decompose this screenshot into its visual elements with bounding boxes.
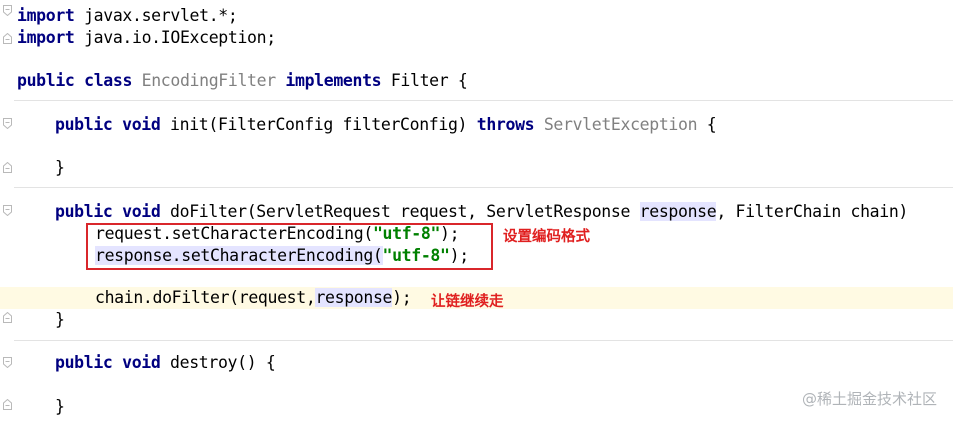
method-separator [14,187,953,188]
keyword: public [55,353,113,372]
keyword: public [55,115,113,134]
code-token: doFilter(ServletRequest request, Servlet… [160,202,640,221]
code-line[interactable]: public void init(FilterConfig filterConf… [0,114,953,136]
code-text: import java.io.IOException; [17,28,276,48]
code-token: init(FilterConfig filterConfig) [160,115,477,134]
code-line[interactable]: } [0,157,953,179]
code-text: chain.doFilter(request,response); [95,288,412,308]
code-text: public class EncodingFilter implements F… [17,71,468,91]
code-token: Filter { [381,71,468,90]
exception-name: ServletException [543,115,698,134]
encoding-annotation: 设置编码格式 [503,229,590,245]
keyword: public [17,71,75,90]
code-line[interactable]: public class EncodingFilter implements F… [0,70,953,92]
code-text: } [55,397,65,416]
code-line[interactable]: } [0,309,953,331]
highlighted-identifier: response [639,202,717,221]
keyword: import [17,6,75,25]
keyword: implements [285,71,382,90]
code-token: java.io.IOException; [74,28,276,47]
code-editor[interactable]: import javax.servlet.*; import java.io.I… [0,0,953,426]
code-text: public void init(FilterConfig filterConf… [55,115,717,135]
keyword: public [55,202,113,221]
code-token: , FilterChain chain) [716,202,909,221]
code-token: destroy() { [160,353,276,372]
code-token: chain.doFilter(request, [95,288,316,307]
code-text: } [55,158,65,177]
code-text: } [55,310,65,329]
code-text: import javax.servlet.*; [17,6,238,26]
keyword: void [122,202,161,221]
code-token: ); [392,288,412,307]
code-text: public void destroy() { [55,353,276,373]
chain-annotation: 让链继续走 [431,294,504,310]
code-line[interactable]: import java.io.IOException; [0,27,953,49]
keyword: import [17,28,75,47]
highlighted-identifier: response [315,288,393,307]
keyword: void [122,115,161,134]
class-name: EncodingFilter [141,71,277,90]
code-token: { [697,115,717,134]
code-line[interactable]: public void destroy() { [0,352,953,374]
code-token: javax.servlet.*; [74,6,238,25]
method-separator [14,100,953,101]
watermark: @稀土掘金技术社区 [801,390,937,408]
code-text: public void doFilter(ServletRequest requ… [55,202,908,222]
highlight-box [86,223,493,270]
keyword: void [122,353,161,372]
code-line[interactable]: import javax.servlet.*; [0,5,953,27]
keyword: throws [476,115,535,134]
code-line[interactable]: public void doFilter(ServletRequest requ… [0,201,953,223]
keyword: class [84,71,133,90]
method-separator [14,340,953,341]
